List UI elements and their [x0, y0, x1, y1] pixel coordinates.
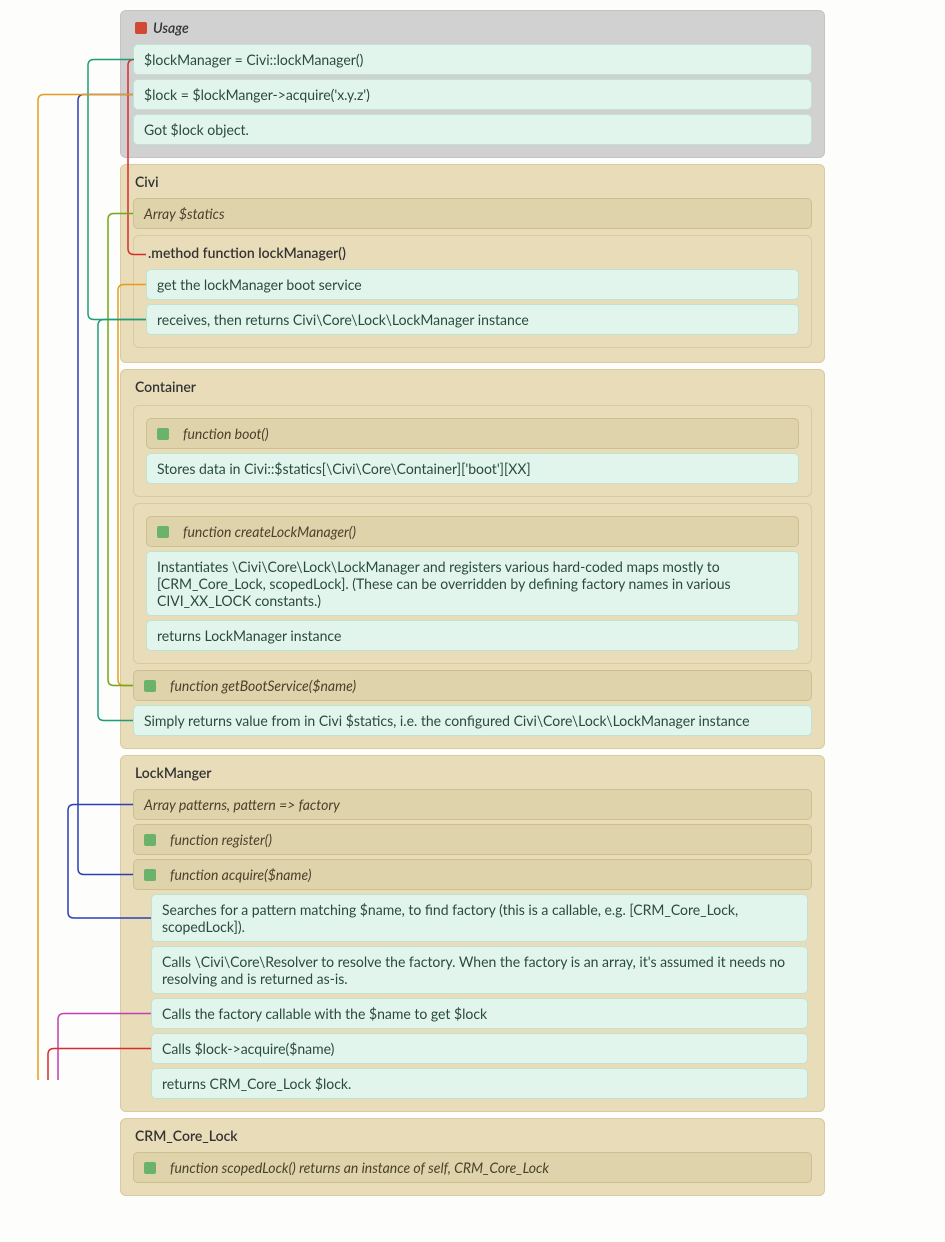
usage-line-3: Got $lock object. — [133, 114, 812, 145]
lockmgr-register: function register() — [133, 824, 812, 855]
container-getbs-header: function getBootService($name) — [133, 670, 812, 701]
green-square-icon — [157, 428, 169, 440]
section-lockmanager: LockManger Array patterns, pattern => fa… — [120, 755, 825, 1112]
green-square-icon — [144, 1162, 156, 1174]
container-title: Container — [133, 378, 812, 399]
container-boot-header: function boot() — [146, 418, 799, 449]
usage-header: Usage — [133, 19, 812, 40]
lockmgr-acquire-line-5: returns CRM_Core_Lock $lock. — [151, 1068, 808, 1099]
section-crm-core-lock: CRM_Core_Lock function scopedLock() retu… — [120, 1118, 825, 1196]
green-square-icon — [144, 834, 156, 846]
civi-method-header: .method function lockManager() — [146, 244, 799, 265]
container-boot-line-1: Stores data in Civi::$statics[\Civi\Core… — [146, 453, 799, 484]
crm-scopedlock: function scopedLock() returns an instanc… — [133, 1152, 812, 1183]
lockmgr-title: LockManger — [133, 764, 812, 785]
lockmgr-acquire-line-1: Searches for a pattern matching $name, t… — [151, 894, 808, 942]
lockmgr-acquire-line-3: Calls the factory callable with the $nam… — [151, 998, 808, 1029]
civi-title: Civi — [133, 173, 812, 194]
usage-title: Usage — [153, 19, 189, 36]
label: function getBootService($name) — [170, 677, 356, 694]
civi-method-line-2: receives, then returns Civi\Core\Lock\Lo… — [146, 304, 799, 335]
red-square-icon — [135, 22, 147, 34]
usage-line-2: $lock = $lockManger->acquire('x.y.z') — [133, 79, 812, 110]
label: function scopedLock() returns an instanc… — [170, 1159, 549, 1176]
label: function createLockManager() — [183, 523, 356, 540]
container-getbs-line-1: Simply returns value from in Civi $stati… — [133, 705, 812, 736]
civi-method: .method function lockManager() get the l… — [133, 235, 812, 348]
lockmgr-acquire-body: Searches for a pattern matching $name, t… — [133, 894, 812, 1099]
container-create-line-1: Instantiates \Civi\Core\Lock\LockManager… — [146, 551, 799, 616]
usage-line-1: $lockManager = Civi::lockManager() — [133, 44, 812, 75]
container-create-header: function createLockManager() — [146, 516, 799, 547]
lockmgr-acquire-header: function acquire($name) — [133, 859, 812, 890]
label: function register() — [170, 831, 272, 848]
container-create-line-2: returns LockManager instance — [146, 620, 799, 651]
green-square-icon — [144, 869, 156, 881]
civi-method-line-1: get the lockManager boot service — [146, 269, 799, 300]
civi-attr: Array $statics — [133, 198, 812, 229]
lockmgr-acquire-line-4: Calls $lock->acquire($name) — [151, 1033, 808, 1064]
label: function acquire($name) — [170, 866, 311, 883]
section-civi: Civi Array $statics .method function loc… — [120, 164, 825, 363]
green-square-icon — [144, 680, 156, 692]
container-create: function createLockManager() Instantiate… — [133, 503, 812, 664]
label: function boot() — [183, 425, 269, 442]
section-usage: Usage $lockManager = Civi::lockManager()… — [120, 10, 825, 158]
lockmgr-attr: Array patterns, pattern => factory — [133, 789, 812, 820]
section-container: Container function boot() Stores data in… — [120, 369, 825, 749]
container-boot: function boot() Stores data in Civi::$st… — [133, 405, 812, 497]
green-square-icon — [157, 526, 169, 538]
crm-title: CRM_Core_Lock — [133, 1127, 812, 1148]
lockmgr-acquire-line-2: Calls \Civi\Core\Resolver to resolve the… — [151, 946, 808, 994]
